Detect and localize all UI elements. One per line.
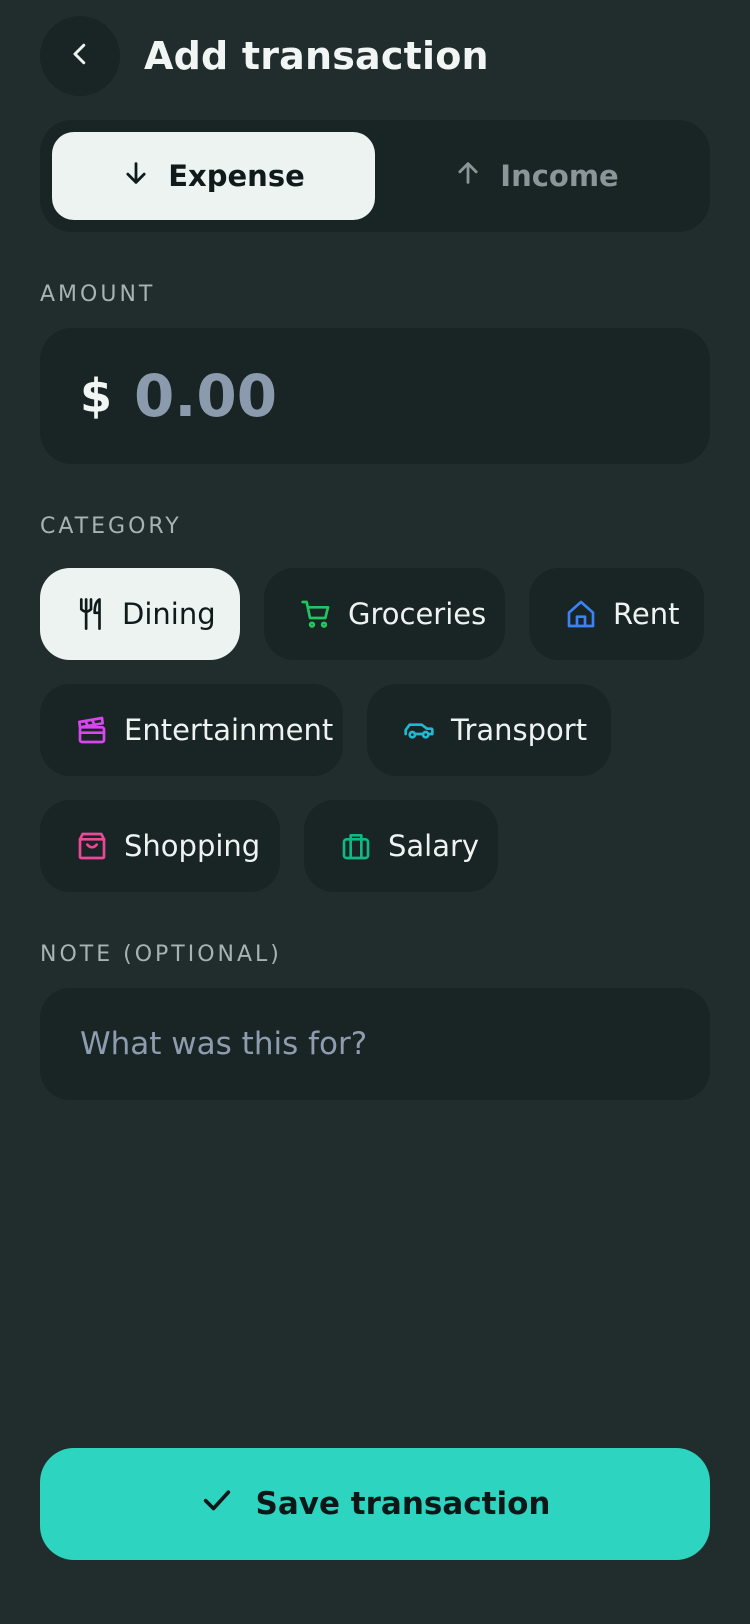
note-field[interactable] — [40, 988, 710, 1100]
save-button-label: Save transaction — [255, 1486, 551, 1522]
arrow-down-icon — [122, 159, 168, 194]
category-chip-label: Dining — [122, 597, 216, 631]
cart-icon — [300, 598, 332, 630]
income-tab[interactable]: Income — [375, 132, 698, 220]
currency-symbol: $ — [80, 369, 113, 423]
category-chip-label: Transport — [451, 713, 588, 747]
category-chip-entertainment[interactable]: Entertainment — [40, 684, 343, 776]
category-chip-groceries[interactable]: Groceries — [264, 568, 505, 660]
category-chip-rent[interactable]: Rent — [529, 568, 704, 660]
amount-label: AMOUNT — [40, 282, 156, 307]
header: Add transaction — [40, 16, 710, 96]
page-title: Add transaction — [144, 34, 489, 78]
clapperboard-icon — [76, 714, 108, 746]
category-chip-label: Salary — [388, 829, 480, 863]
fork-knife-icon — [76, 597, 106, 631]
save-transaction-button[interactable]: Save transaction — [40, 1448, 710, 1560]
home-icon — [565, 598, 597, 630]
amount-input[interactable] — [134, 362, 635, 430]
note-label: NOTE (OPTIONAL) — [40, 942, 282, 967]
income-tab-label: Income — [500, 159, 619, 193]
car-icon — [403, 714, 435, 746]
category-grid: Dining Groceries Rent Entertainment Tran… — [40, 568, 720, 916]
expense-tab-label: Expense — [168, 159, 305, 193]
category-chip-salary[interactable]: Salary — [304, 800, 498, 892]
category-chip-transport[interactable]: Transport — [367, 684, 611, 776]
back-button[interactable] — [40, 16, 120, 96]
briefcase-icon — [340, 830, 372, 862]
check-icon — [200, 1483, 256, 1525]
category-chip-label: Groceries — [348, 597, 487, 631]
chevron-left-icon — [65, 39, 95, 73]
category-chip-shopping[interactable]: Shopping — [40, 800, 280, 892]
arrow-up-icon — [454, 159, 500, 194]
category-chip-label: Entertainment — [124, 713, 334, 747]
transaction-type-toggle: Expense Income — [40, 120, 710, 232]
category-chip-dining[interactable]: Dining — [40, 568, 240, 660]
shopping-bag-icon — [76, 830, 108, 862]
category-chip-label: Shopping — [124, 829, 261, 863]
note-input[interactable] — [80, 1026, 670, 1062]
category-chip-label: Rent — [613, 597, 680, 631]
category-label: CATEGORY — [40, 514, 182, 539]
amount-field[interactable]: $ — [40, 328, 710, 464]
expense-tab[interactable]: Expense — [52, 132, 375, 220]
